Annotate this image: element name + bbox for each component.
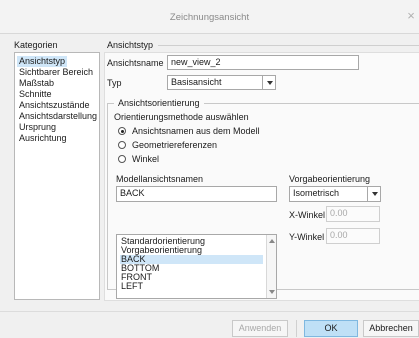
categories-heading: Kategorien	[14, 40, 58, 50]
button-separator	[296, 320, 297, 337]
radio-model-view-names[interactable]	[118, 127, 126, 135]
scroll-down-icon[interactable]	[269, 290, 275, 294]
view-name-label: Ansichtsname	[107, 58, 164, 68]
type-select[interactable]: Basisansicht	[167, 75, 276, 90]
categories-list[interactable]: Ansichtstyp Sichtbarer Bereich Maßstab S…	[14, 52, 100, 300]
x-angle-input[interactable]: 0.00	[326, 206, 380, 222]
type-select-value: Basisansicht	[171, 77, 222, 87]
radio-model-view-names-label[interactable]: Ansichtsnamen aus dem Modell	[132, 126, 260, 136]
y-angle-input[interactable]: 0.00	[326, 228, 380, 244]
category-item-ansichtsdarstellung[interactable]: Ansichtsdarstellung	[17, 111, 99, 122]
ok-button[interactable]: OK	[304, 320, 358, 337]
type-label: Typ	[107, 78, 122, 88]
chevron-down-icon[interactable]	[367, 187, 380, 201]
model-view-input[interactable]: BACK	[116, 186, 277, 202]
category-item-ansichtstyp[interactable]: Ansichtstyp	[17, 56, 68, 67]
y-angle-label: Y-Winkel	[289, 232, 325, 242]
orientation-group-title: Ansichtsorientierung	[114, 98, 204, 108]
radio-angles[interactable]	[118, 155, 126, 163]
view-name-input[interactable]: new_view_2	[167, 55, 359, 70]
method-label: Orientierungsmethode auswählen	[114, 112, 249, 122]
title-bar: Zeichnungsansicht ×	[0, 0, 419, 34]
section-heading: Ansichtstyp	[107, 40, 154, 50]
apply-button[interactable]: Anwenden	[232, 320, 288, 337]
category-item-ausrichtung[interactable]: Ausrichtung	[17, 133, 69, 144]
close-icon[interactable]: ×	[405, 9, 417, 23]
category-item-massstab[interactable]: Maßstab	[17, 78, 56, 89]
section-divider	[158, 45, 419, 46]
radio-geometry-references-label[interactable]: Geometriereferenzen	[132, 140, 217, 150]
footer-divider	[0, 311, 419, 312]
model-views-label: Modellansichtsnamen	[116, 174, 204, 184]
category-item-schnitte[interactable]: Schnitte	[17, 89, 54, 100]
chevron-down-icon[interactable]	[262, 76, 275, 89]
default-orientation-value: Isometrisch	[293, 188, 340, 198]
default-orientation-label: Vorgabeorientierung	[289, 174, 371, 184]
radio-angles-label[interactable]: Winkel	[132, 154, 159, 164]
x-angle-label: X-Winkel	[289, 210, 326, 220]
window-title: Zeichnungsansicht	[169, 12, 250, 23]
radio-geometry-references[interactable]	[118, 141, 126, 149]
model-views-list[interactable]: Standardorientierung Vorgabeorientierung…	[116, 234, 277, 299]
category-item-ansichtszustaende[interactable]: Ansichtszustände	[17, 100, 92, 111]
list-scrollbar[interactable]	[266, 235, 276, 298]
scroll-up-icon[interactable]	[269, 239, 275, 243]
cancel-button[interactable]: Abbrechen	[363, 320, 419, 337]
category-item-ursprung[interactable]: Ursprung	[17, 122, 58, 133]
category-item-sichtbarer-bereich[interactable]: Sichtbarer Bereich	[17, 67, 95, 78]
default-orientation-select[interactable]: Isometrisch	[289, 186, 381, 202]
list-item[interactable]: LEFT	[120, 282, 263, 291]
